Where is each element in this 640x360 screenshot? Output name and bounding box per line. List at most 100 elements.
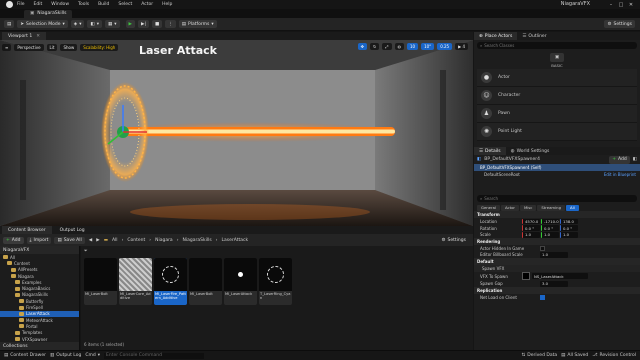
- scale-snap-button[interactable]: 0.25: [437, 43, 453, 50]
- rotation-x-field[interactable]: 0.0 °: [522, 225, 540, 231]
- actor-item-character[interactable]: ☺ Character: [477, 87, 637, 105]
- all-saved-button[interactable]: ▤ All Saved: [561, 353, 588, 358]
- breadcrumb-content[interactable]: Content: [127, 238, 145, 243]
- tab-details[interactable]: ☰ Details: [474, 147, 506, 155]
- scale-y-field[interactable]: 1.0: [541, 232, 559, 238]
- actor-item-pawn[interactable]: ♟ Pawn: [477, 105, 637, 123]
- skip-button[interactable]: ▶|: [138, 20, 149, 28]
- blueprint-button[interactable]: ◧ ▾: [87, 20, 103, 28]
- tab-viewport-1[interactable]: Viewport 1 ✕: [2, 32, 46, 40]
- selection-mode-dropdown[interactable]: ➤ Selection Mode ▾: [17, 20, 68, 28]
- scalability-warning[interactable]: Scalability: High: [80, 43, 119, 51]
- actor-hidden-checkbox[interactable]: [540, 245, 545, 251]
- spawn-gap-field[interactable]: 3.0: [540, 281, 568, 287]
- details-search-input[interactable]: ⌕ Search: [477, 195, 637, 203]
- filter-tab-general[interactable]: General: [477, 204, 500, 211]
- asset-tile[interactable]: MI_LaserFire_Pattern_Additive: [154, 258, 187, 305]
- asset-tile[interactable]: MI_LaserBolt: [189, 258, 222, 305]
- menu-tools[interactable]: Tools: [78, 2, 89, 7]
- translate-mode-button[interactable]: ✥: [357, 43, 367, 50]
- menu-build[interactable]: Build: [98, 2, 109, 7]
- scale-mode-button[interactable]: ⤢: [382, 43, 392, 50]
- output-log-button[interactable]: ▥ Output Log: [50, 353, 81, 358]
- stop-button[interactable]: ■: [152, 20, 163, 28]
- tab-place-actors[interactable]: ⊕ Place Actors: [474, 32, 518, 40]
- breadcrumb-all[interactable]: All: [112, 238, 118, 243]
- cb-settings-button[interactable]: ⚙ Settings: [438, 237, 469, 244]
- settings-button[interactable]: ⚙ Settings: [604, 20, 635, 28]
- import-button[interactable]: ⤓ Import: [26, 236, 52, 244]
- billboard-scale-field[interactable]: 1.0: [540, 252, 568, 258]
- component-self-row[interactable]: BP_DefaultVFXSpawner4 (Self): [474, 164, 640, 171]
- grid-snap-button[interactable]: 10: [407, 43, 419, 50]
- tree-header[interactable]: NiagaraVFX: [0, 246, 79, 254]
- viewport-options-button[interactable]: ≡: [2, 43, 12, 51]
- add-content-button[interactable]: ◈ ▾: [70, 20, 85, 28]
- component-root-row[interactable]: DefaultSceneRoot Edit in Blueprint: [474, 171, 640, 178]
- scale-x-field[interactable]: 1.0: [522, 232, 540, 238]
- menu-actor[interactable]: Actor: [141, 2, 153, 7]
- save-all-button[interactable]: ▤ Save All: [54, 236, 85, 244]
- filter-icon[interactable]: ⏷: [84, 248, 88, 254]
- tab-world-settings[interactable]: ◍ World Settings: [506, 147, 555, 155]
- play-options-button[interactable]: ⋮: [165, 20, 176, 28]
- revision-control-button[interactable]: ⎇ Revision Control: [592, 353, 636, 358]
- filter-tab-streaming[interactable]: Streaming: [537, 204, 565, 211]
- tab-content-browser[interactable]: Content Browser: [2, 226, 52, 234]
- replication-section[interactable]: Replication: [474, 287, 640, 294]
- default-section[interactable]: Default: [474, 258, 640, 265]
- lit-button[interactable]: Lit: [46, 43, 58, 51]
- basic-category[interactable]: ▣: [474, 51, 640, 63]
- play-button[interactable]: ▶: [125, 20, 136, 28]
- menu-window[interactable]: Window: [51, 2, 69, 7]
- filter-tab-misc[interactable]: Misc: [519, 204, 537, 211]
- menu-edit[interactable]: Edit: [34, 2, 43, 7]
- add-button[interactable]: + Add: [3, 236, 24, 244]
- console-input[interactable]: Enter Console Command: [104, 352, 204, 359]
- tab-output-log[interactable]: Output Log: [54, 226, 91, 234]
- forward-icon[interactable]: ▶: [96, 238, 99, 243]
- rendering-section[interactable]: Rendering: [474, 238, 640, 245]
- menu-file[interactable]: File: [17, 2, 25, 7]
- location-z-field[interactable]: 138.0: [560, 218, 578, 225]
- cmd-dropdown[interactable]: Cmd ▾: [85, 353, 100, 358]
- vfx-to-spawn-dropdown[interactable]: NS_LaserAttack: [532, 273, 588, 279]
- show-button[interactable]: Show: [60, 43, 78, 51]
- class-search-input[interactable]: ⌕ Search Classes: [477, 42, 637, 49]
- asset-tile[interactable]: MI_LaserBolt: [84, 258, 117, 305]
- actor-item-actor[interactable]: ● Actor: [477, 69, 637, 87]
- asset-tile[interactable]: T_LaserRing_Cyan: [259, 258, 292, 305]
- asset-tile[interactable]: MI_LaserAttack: [224, 258, 257, 305]
- save-button[interactable]: ▤: [4, 20, 15, 28]
- collections-header[interactable]: Collections: [0, 342, 79, 350]
- location-y-field[interactable]: -1710.0: [541, 218, 559, 225]
- filter-tab-all[interactable]: All: [565, 204, 579, 211]
- location-x-field[interactable]: 4570.0: [522, 218, 540, 225]
- menu-help[interactable]: Help: [162, 2, 172, 7]
- breadcrumb-laserattack[interactable]: LaserAttack: [221, 238, 248, 243]
- content-drawer-button[interactable]: ▤ Content Drawer: [4, 353, 46, 358]
- add-component-button[interactable]: + Add: [609, 155, 630, 164]
- camera-speed-button[interactable]: ▶ 4: [455, 43, 468, 50]
- spawn-vfx-subsection[interactable]: Spawn VFX: [474, 264, 640, 272]
- asset-tile[interactable]: MI_LaserCore_Additive: [119, 258, 152, 305]
- breadcrumb-niagara[interactable]: Niagara: [155, 238, 173, 243]
- blueprint-options-icon[interactable]: ◧: [633, 157, 637, 162]
- actor-item-point-light[interactable]: ✺ Point Light: [477, 123, 637, 141]
- close-icon[interactable]: ✕: [626, 2, 636, 8]
- transform-section[interactable]: Transform: [474, 211, 640, 219]
- tab-outliner[interactable]: ☰ Outliner: [517, 32, 551, 40]
- rotation-y-field[interactable]: 0.0 °: [541, 225, 559, 231]
- back-icon[interactable]: ◀: [89, 238, 92, 243]
- maximize-icon[interactable]: □: [616, 2, 626, 8]
- derived-data-button[interactable]: ⇅ Derived Data: [522, 353, 558, 358]
- cinematics-button[interactable]: ▦ ▾: [105, 20, 120, 28]
- level-viewport[interactable]: ≡ Perspective Lit Show Scalability: High…: [0, 40, 473, 226]
- scale-z-field[interactable]: 1.0: [560, 232, 578, 238]
- filter-tab-actor[interactable]: Actor: [500, 204, 519, 211]
- edit-in-blueprint-link[interactable]: Edit in Blueprint: [604, 172, 636, 177]
- perspective-button[interactable]: Perspective: [14, 43, 44, 51]
- menu-select[interactable]: Select: [118, 2, 132, 7]
- close-icon[interactable]: ✕: [36, 34, 40, 39]
- net-load-checkbox[interactable]: [540, 294, 545, 300]
